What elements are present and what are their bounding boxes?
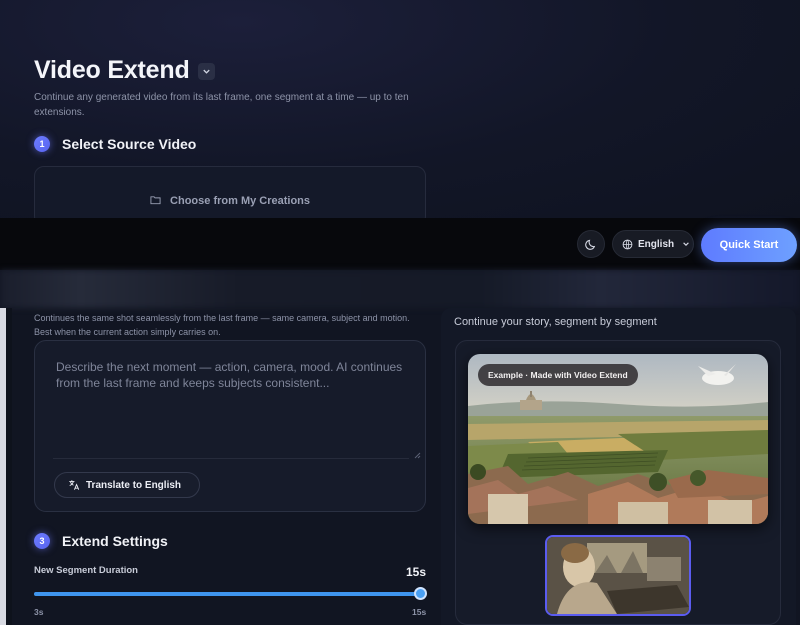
- theme-toggle-button[interactable]: [577, 230, 605, 258]
- language-selector[interactable]: English: [612, 230, 694, 258]
- step-extend-settings: 3 Extend Settings: [34, 533, 168, 549]
- left-edge-shadow: [6, 308, 12, 625]
- globe-icon: [622, 239, 633, 249]
- language-label: English: [638, 238, 675, 250]
- example-badge: Example · Made with Video Extend: [478, 364, 638, 386]
- chevron-down-icon: [683, 242, 689, 246]
- translate-button[interactable]: Translate to English: [54, 472, 200, 498]
- duration-max-label: 15s: [412, 607, 427, 617]
- prompt-panel: Translate to English: [34, 340, 426, 512]
- resize-handle-icon[interactable]: [413, 451, 421, 459]
- painting-thumbnail-image: [547, 537, 689, 614]
- blurred-overlap-region: [0, 270, 800, 308]
- step-select-source: 1 Select Source Video: [34, 136, 196, 152]
- translate-icon: [69, 480, 80, 490]
- step-title: Extend Settings: [62, 533, 168, 549]
- duration-slider-track[interactable]: [34, 592, 420, 596]
- quick-start-button[interactable]: Quick Start: [701, 228, 797, 262]
- step-number-badge: 1: [34, 136, 50, 152]
- step-title: Select Source Video: [62, 136, 197, 152]
- source-video-picker[interactable]: Choose from My Creations: [34, 166, 426, 226]
- duration-slider-thumb[interactable]: [413, 587, 427, 600]
- duration-label: New Segment Duration: [34, 565, 138, 576]
- prompt-divider: [53, 458, 409, 459]
- example-thumbnail[interactable]: [545, 535, 691, 616]
- examples-heading: Continue your story, segment by segment: [454, 316, 657, 328]
- page-subtitle: Continue any generated video from its la…: [34, 92, 409, 118]
- chevron-down-icon[interactable]: [197, 63, 215, 80]
- choose-creations-label: Choose from My Creations: [35, 195, 425, 207]
- moon-icon: [584, 239, 595, 250]
- page-title: Video Extend: [34, 56, 190, 84]
- duration-min-label: 3s: [34, 607, 44, 617]
- translate-label: Translate to English: [86, 479, 182, 491]
- duration-value: 15s: [406, 565, 427, 579]
- step-number-badge: 3: [34, 533, 50, 549]
- title-row: Video Extend: [34, 56, 215, 85]
- folder-icon: [150, 195, 164, 207]
- duration-slider-fill: [34, 592, 420, 596]
- mode-description: Continues the same shot seamlessly from …: [34, 313, 410, 337]
- top-navigation-bar: English Quick Start: [0, 218, 800, 270]
- prompt-input[interactable]: [36, 342, 426, 458]
